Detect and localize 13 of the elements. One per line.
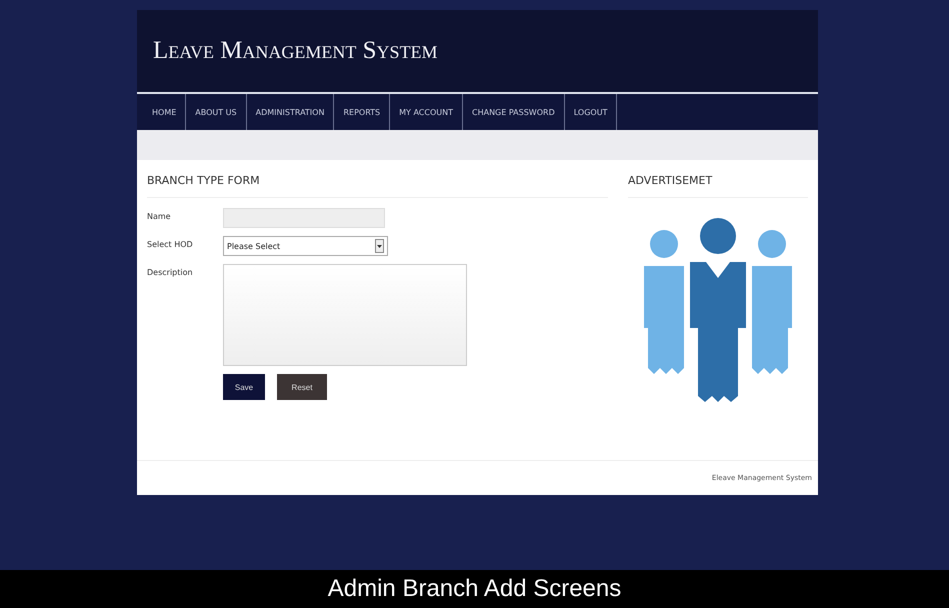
- field-label: Select HOD: [147, 239, 194, 249]
- field-label: Name: [147, 211, 172, 221]
- name-field[interactable]: [223, 208, 385, 228]
- hod-dropdown[interactable]: Please Select: [223, 236, 388, 256]
- save-button[interactable]: Save: [223, 374, 265, 400]
- caret-icon: [375, 239, 384, 253]
- description-field[interactable]: [223, 264, 467, 366]
- field-label: Description: [147, 267, 194, 277]
- site-title: Leave Management System: [153, 37, 438, 65]
- form-title: BRANCH TYPE FORM: [147, 174, 608, 198]
- sidebar-title: ADVERTISEMET: [628, 174, 808, 198]
- caption-text: Admin Branch Add Screens: [328, 575, 622, 603]
- reset-button[interactable]: Reset: [277, 374, 327, 400]
